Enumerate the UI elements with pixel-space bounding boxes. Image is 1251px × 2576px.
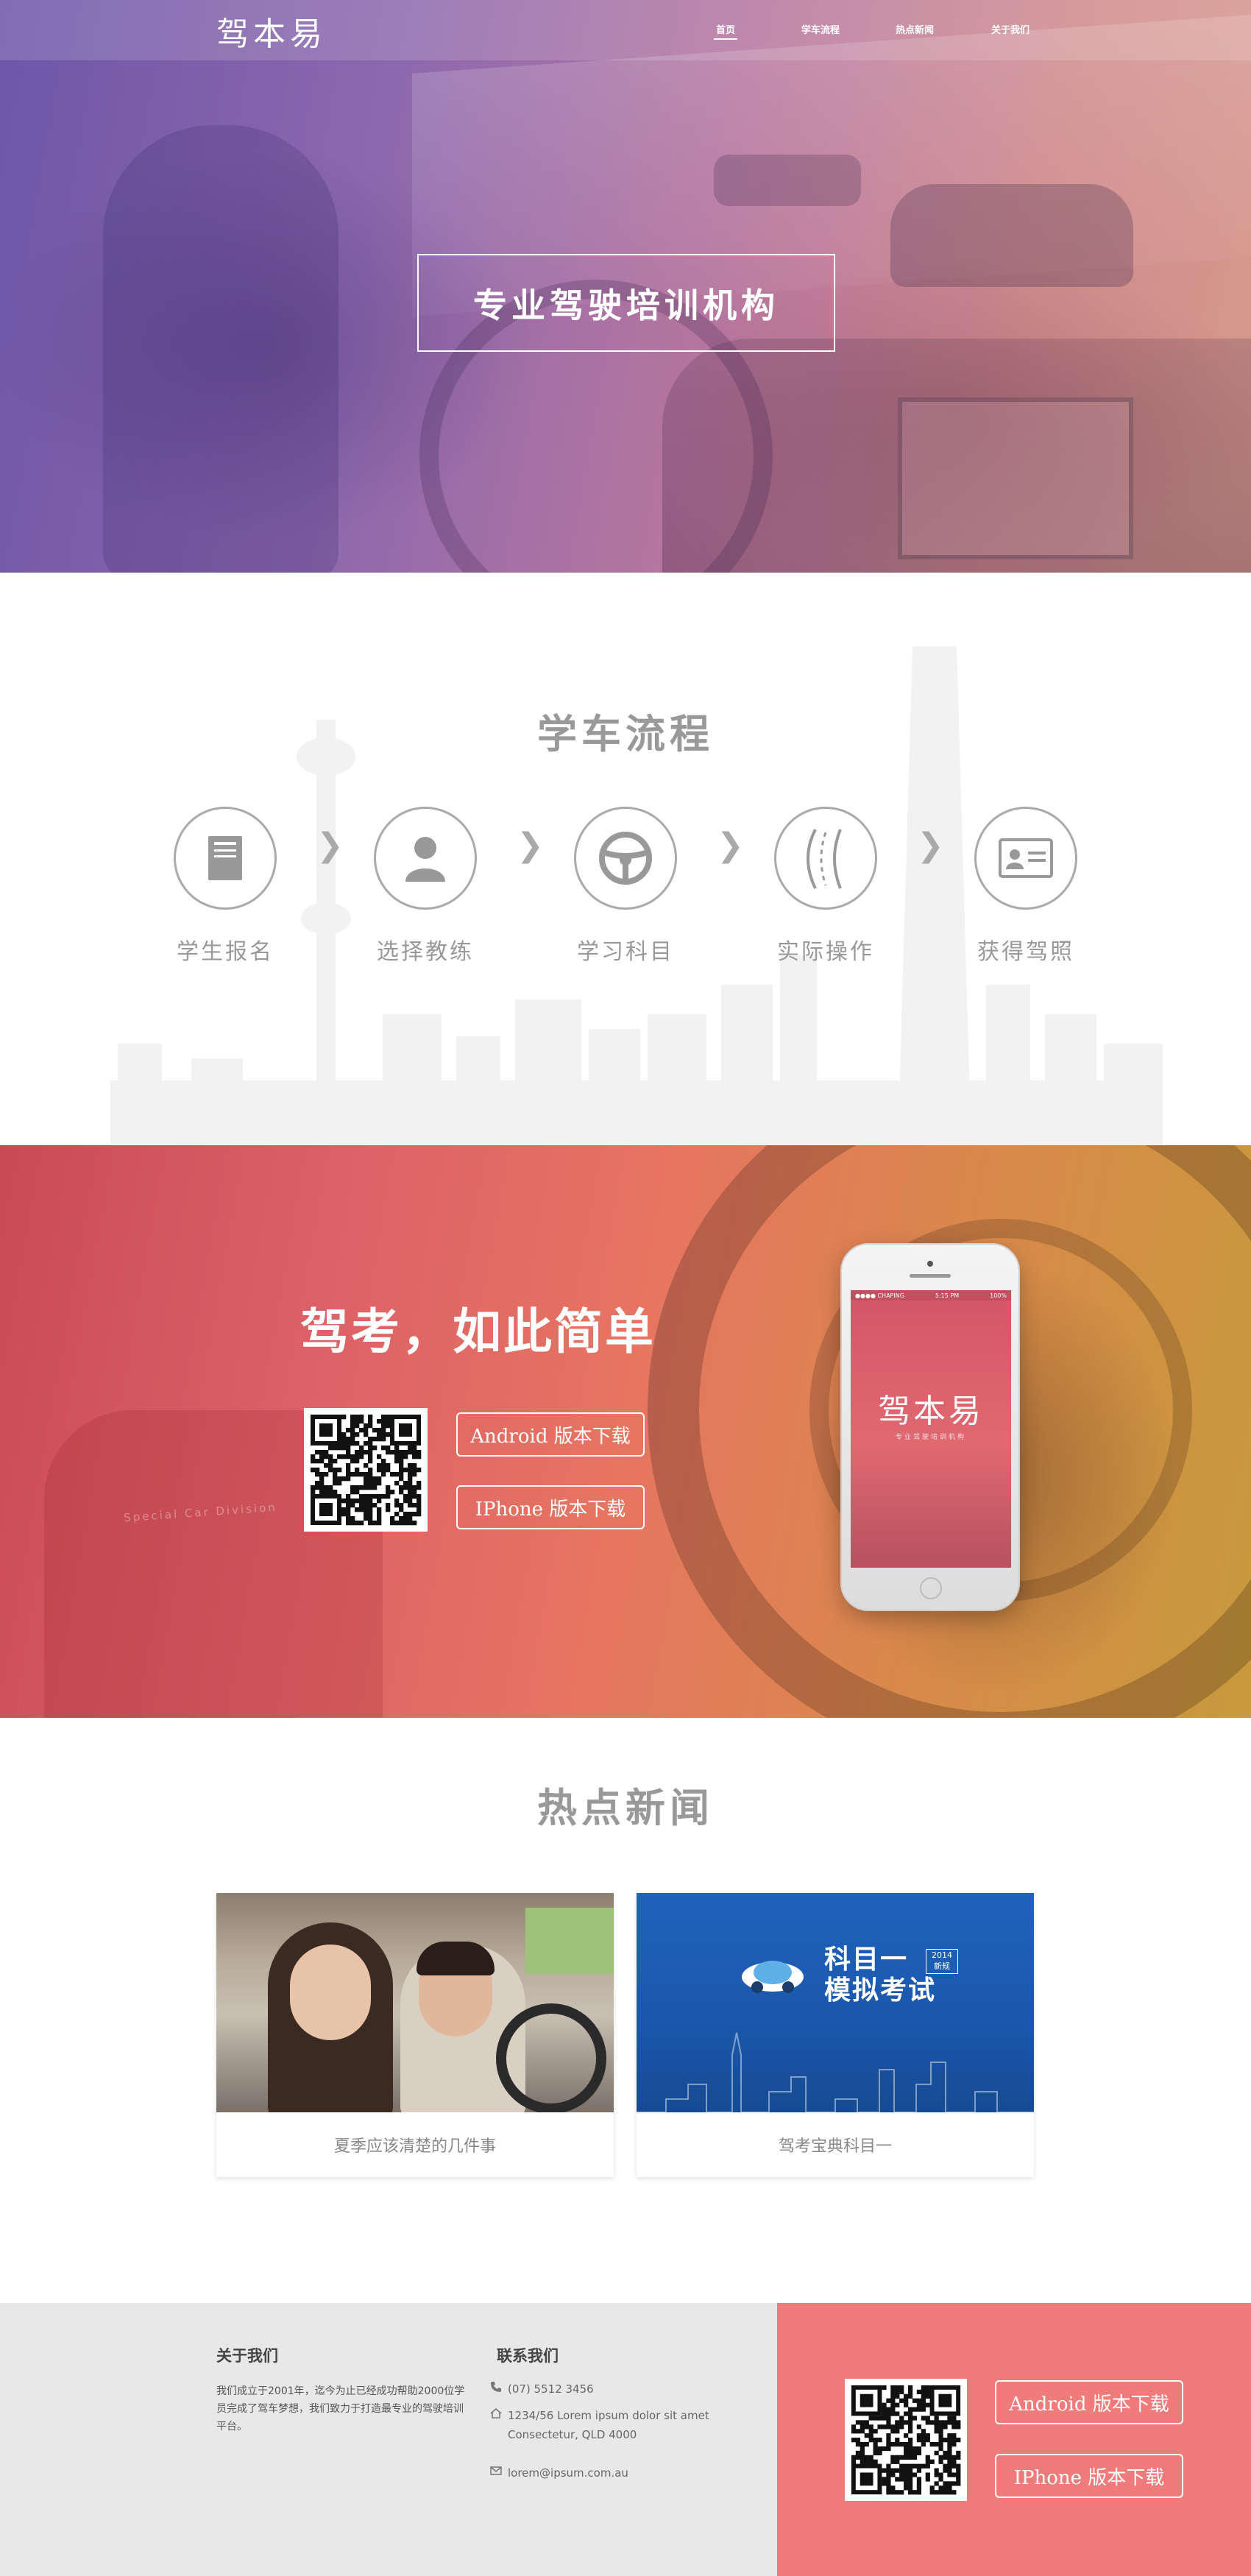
phone-battery: 100% [990,1292,1007,1299]
road-icon [807,829,842,889]
footer-contact-heading: 联系我们 [497,2347,559,2365]
step-arrow-icon: ❯ [316,827,344,864]
news-image-title: 科目一 模拟考试 [824,1945,936,2006]
city-outline [637,2032,1034,2112]
hero-rearview-mirror [714,155,861,206]
nav-process[interactable]: 学车流程 [801,22,840,36]
news-caption[interactable]: 驾考宝典科目一 [637,2112,1034,2177]
footer-phone-row: (07) 5512 3456 [491,2379,594,2399]
process-title: 学车流程 [537,711,714,757]
phone-app-logo: 驾本易 [878,1393,984,1430]
phone-home-button [920,1577,942,1599]
footer-address-row: 1234/56 Lorem ipsum dolor sit amet Conse… [490,2406,709,2444]
news-image-badge: 2014 新规 [926,1949,958,1974]
phone-time: 5:15 PM [935,1292,960,1299]
footer-email[interactable]: lorem@ipsum.com.au [508,2466,628,2480]
phone-speaker [910,1274,951,1278]
news-image-title-line-2: 模拟考试 [824,1975,937,2006]
step-register-label: 学生报名 [177,939,274,965]
phone-screen: ●●●● CHAPING 5:15 PM 100% 驾本易 专业驾驶培训机构 [851,1290,1011,1568]
nav-about[interactable]: 关于我们 [991,22,1029,36]
step-get-license-label: 获得驾照 [977,939,1074,965]
footer-iphone-download-button[interactable]: IPhone 版本下载 [995,2454,1183,2498]
footer: 关于我们 我们成立于2001年，迄今为止已经成功帮助2000位学员完成了驾车梦想… [0,2303,1251,2576]
car-window [525,1908,614,1974]
step-practice[interactable] [774,807,877,910]
process-section: 学车流程 学生报名 ❯ 选择教练 ❯ 学习科目 ❯ 实际操作 ❯ 获得驾照 [0,573,1251,1145]
license-card-icon [999,838,1053,878]
top-navigation-bar: 驾本易 首页 学车流程 热点新闻 关于我们 [0,0,1251,60]
step-arrow-icon: ❯ [917,827,944,864]
android-download-button[interactable]: Android 版本下载 [456,1412,645,1457]
document-icon [208,836,242,880]
hero-nav-screen [898,397,1133,559]
phone-icon [491,2382,501,2392]
step-choose-coach-label: 选择教练 [377,939,474,965]
app-download-banner: Special Car Division 驾考，如此简单 Android 版本下… [0,1145,1251,1718]
step-register[interactable] [174,807,277,910]
news-title: 热点新闻 [537,1785,714,1831]
footer-address-line-1: 1234/56 Lorem ipsum dolor sit amet [508,2409,709,2422]
step-learn-subjects-label: 学习科目 [577,939,674,965]
phone-status-bar: ●●●● CHAPING 5:15 PM 100% [851,1290,1011,1301]
news-image-couple-driving [216,1893,614,2112]
step-choose-coach[interactable] [374,807,477,910]
phone-camera [927,1261,933,1267]
news-image-badge-year: 2014 [932,1950,952,1960]
mail-icon [490,2466,502,2475]
footer-email-row: lorem@ipsum.com.au [490,2463,628,2483]
footer-about-heading: 关于我们 [216,2347,278,2365]
news-image-title-line-1: 科目一 [824,1945,909,1975]
cartoon-car-icon [742,1961,804,1993]
news-caption[interactable]: 夏季应该清楚的几件事 [216,2112,614,2177]
footer-android-download-button[interactable]: Android 版本下载 [995,2380,1183,2424]
nav-home[interactable]: 首页 [713,22,738,40]
footer-qr-code [845,2379,967,2501]
phone-mockup: ●●●● CHAPING 5:15 PM 100% 驾本易 专业驾驶培训机构 [840,1243,1020,1611]
step-arrow-icon: ❯ [517,827,544,864]
qr-code [304,1408,428,1532]
phone-carrier: ●●●● CHAPING [855,1292,904,1299]
footer-about-text: 我们成立于2001年，迄今为止已经成功帮助2000位学员完成了驾车梦想，我们致力… [216,2385,465,2432]
news-image-subject-one: 科目一 模拟考试 2014 新规 [637,1893,1034,2112]
promo-title: 驾考，如此简单 [300,1303,656,1360]
person-icon [405,837,445,882]
hero-title-box: 专业驾驶培训机构 [417,254,835,352]
news-card[interactable]: 夏季应该清楚的几件事 [216,1893,614,2177]
steering-wheel [496,2003,606,2112]
step-learn-subjects[interactable] [574,807,677,910]
news-image-badge-text: 新规 [934,1961,950,1971]
driver-hair [417,1942,495,1975]
footer-phone[interactable]: (07) 5512 3456 [508,2382,594,2396]
news-card[interactable]: 科目一 模拟考试 2014 新规 驾考宝典科目一 [637,1893,1034,2177]
passenger-face [290,1945,371,2040]
home-icon [490,2407,502,2418]
steering-wheel-icon [599,832,652,885]
step-arrow-icon: ❯ [717,827,744,864]
iphone-download-button[interactable]: IPhone 版本下载 [456,1485,645,1529]
hero-title: 专业驾驶培训机构 [473,285,779,325]
phone-app-subtitle: 专业驾驶培训机构 [895,1434,966,1441]
main-nav: 首页 学车流程 热点新闻 关于我们 [0,22,1251,44]
step-get-license[interactable] [974,807,1077,910]
footer-address-line-2: Consectetur, QLD 4000 [508,2428,637,2441]
step-practice-label: 实际操作 [777,939,874,965]
nav-news[interactable]: 热点新闻 [896,22,934,36]
hero-banner: 驾本易 首页 学车流程 热点新闻 关于我们 专业驾驶培训机构 [0,0,1251,573]
hero-driver [103,125,339,573]
hero-road-car [890,184,1133,287]
